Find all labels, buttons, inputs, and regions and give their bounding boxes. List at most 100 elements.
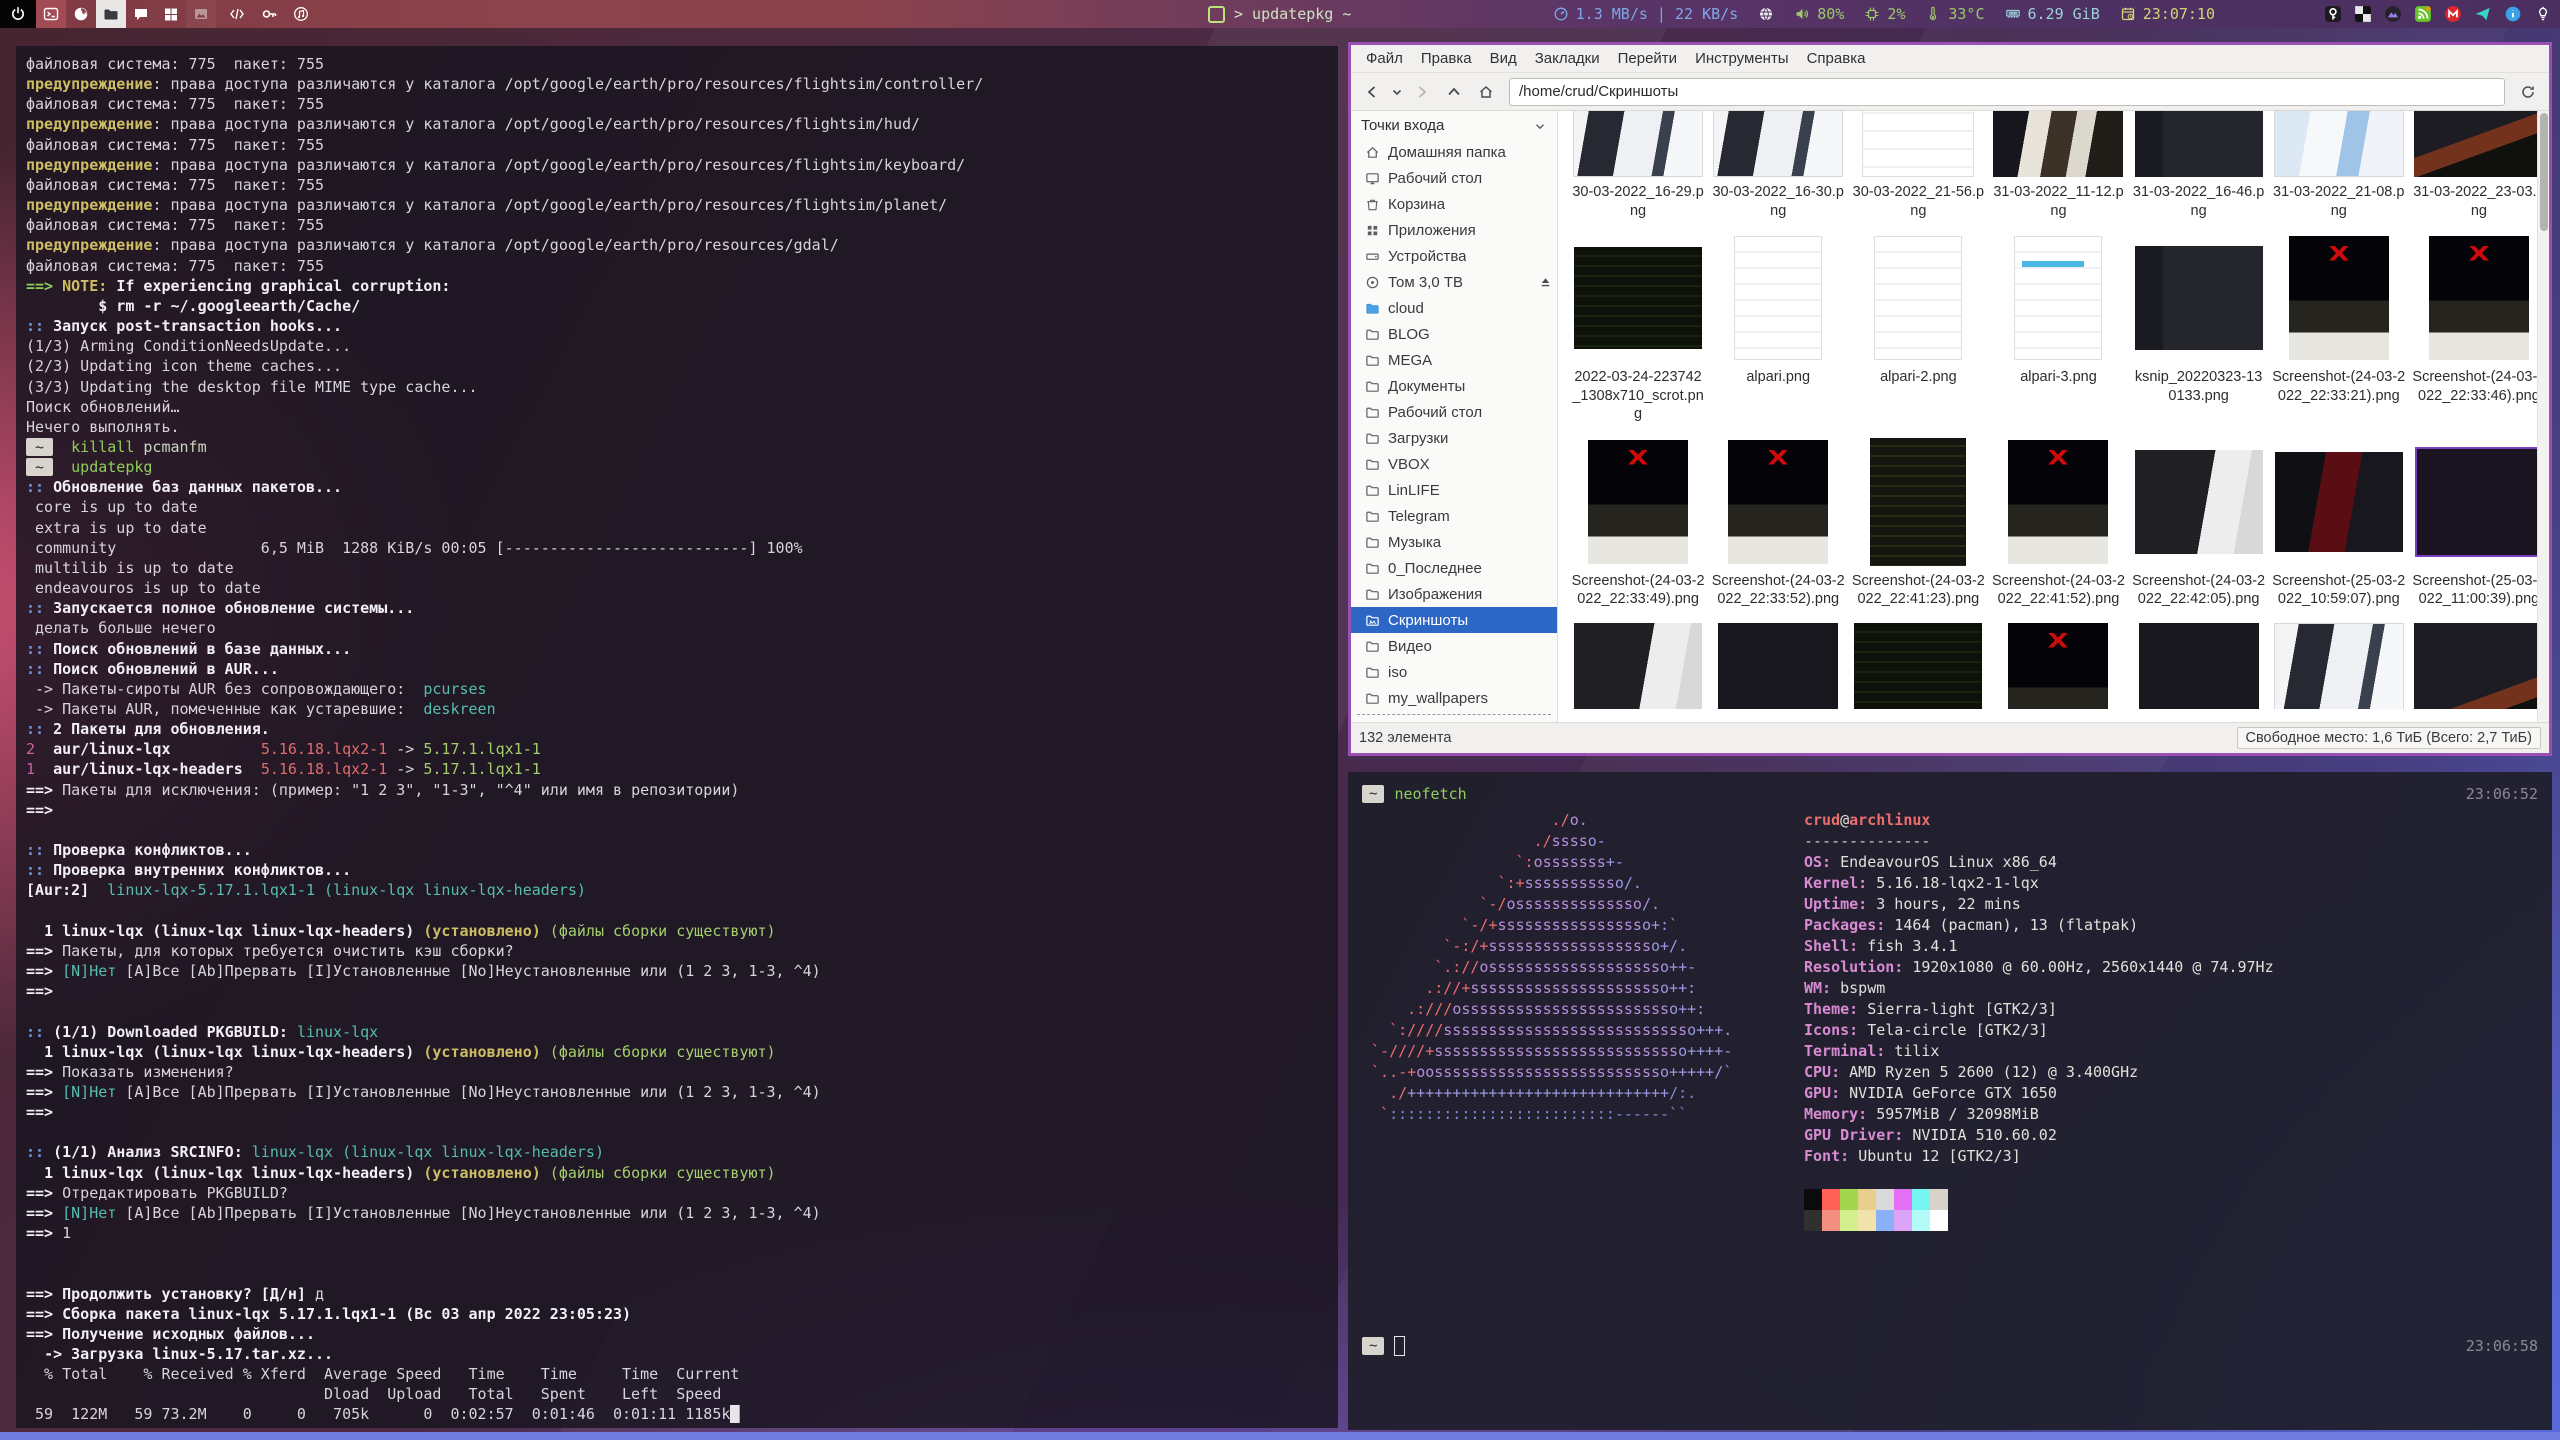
sidebar-item[interactable]: LinLIFE [1351,477,1557,503]
file-item[interactable]: 30-03-2022_16-30.png [1708,111,1848,220]
file-item[interactable] [1988,623,2128,709]
workspace-music[interactable] [290,0,312,28]
forward-button[interactable] [1407,78,1437,106]
tray-mountain[interactable] [2383,5,2402,24]
file-item[interactable]: 31-03-2022_23-03.png [2409,111,2549,220]
path-bar[interactable]: /home/crud/Скриншоты [1509,78,2505,106]
file-item[interactable]: 30-03-2022_16-29.png [1568,111,1708,220]
sidebar-item[interactable]: Домашняя папка [1351,139,1557,165]
sidebar-item[interactable]: Приложения [1351,217,1557,243]
file-thumbnail [2008,438,2108,566]
menu-item[interactable]: Перейти [1609,47,1686,70]
file-item[interactable]: Screenshot-(24-03-2022_22:33:49).png [1568,438,1708,609]
tray-rss[interactable] [2413,5,2432,24]
scrollbar-thumb[interactable] [2540,113,2548,231]
sidebar-mode-selector[interactable]: Точки входа [1351,111,1557,139]
sidebar-item[interactable]: Скриншоты [1351,607,1557,633]
workspace-chat[interactable] [126,0,156,28]
sidebar-item[interactable]: my_wallpapers [1351,685,1557,711]
workspace-windows[interactable] [156,0,186,28]
sidebar-scroll-hint [1357,714,1551,715]
file-thumbnail [1854,623,1982,709]
sidebar-item[interactable]: 0_Последнее [1351,555,1557,581]
menu-item[interactable]: Файл [1357,47,1412,70]
file-item[interactable]: Screenshot-(25-03-2022_10:59:07).png [2269,438,2409,609]
file-manager-window[interactable]: ФайлПравкаВидЗакладкиПерейтиИнструментыС… [1348,42,2552,756]
workspace-firefox[interactable] [66,0,96,28]
sidebar-item[interactable]: iso [1351,659,1557,685]
back-history-button[interactable] [1389,78,1405,106]
sidebar-item[interactable]: VBOX [1351,451,1557,477]
thumbnail-image [2135,450,2263,554]
file-item[interactable]: Screenshot-(24-03-2022_22:33:21).png [2269,234,2409,424]
file-item[interactable]: alpari.png [1708,234,1848,424]
tray-info[interactable] [2503,5,2522,24]
file-item[interactable]: Screenshot-(24-03-2022_22:41:52).png [1988,438,2128,609]
workspace-code[interactable] [226,0,248,28]
file-item[interactable]: 31-03-2022_11-12.png [1988,111,2128,220]
terminal-output-line: ==> NOTE: If experiencing graphical corr… [26,276,1338,296]
workspace-image[interactable] [186,0,216,28]
up-button[interactable] [1439,78,1469,106]
workspace-power[interactable] [0,0,36,28]
terminal-window-updatepkg[interactable]: файловая система: 775 пакет: 755предупре… [16,46,1338,1428]
scrollbar[interactable] [2537,111,2549,722]
terminal-window-neofetch[interactable]: ~ neofetch 23:06:52 ./o. ./sssso- `:osss… [1348,772,2552,1430]
file-item[interactable] [1568,623,1708,709]
file-item[interactable]: ksnip_20220323-130133.png [2129,234,2269,424]
file-item[interactable] [2129,623,2269,709]
file-item[interactable]: 30-03-2022_21-56.png [1848,111,1988,220]
workspace-list [0,0,312,28]
file-item[interactable]: Screenshot-(24-03-2022_22:33:46).png [2409,234,2549,424]
file-item[interactable]: Screenshot-(24-03-2022_22:41:23).png [1848,438,1988,609]
back-button[interactable] [1357,78,1387,106]
file-item[interactable]: 31-03-2022_16-46.png [2129,111,2269,220]
menu-item[interactable]: Закладки [1526,47,1609,70]
file-item[interactable]: 2022-03-24-223742_1308x710_scrot.png [1568,234,1708,424]
tray-lamp[interactable] [2533,5,2552,24]
window-title-module: > updatepkg ~ [1208,0,1351,28]
tray-checker[interactable] [2353,5,2372,24]
tray-send[interactable] [2473,5,2492,24]
sidebar-item[interactable]: cloud [1351,295,1557,321]
sidebar-item[interactable]: Telegram [1351,503,1557,529]
tray-keepass[interactable] [2323,5,2342,24]
thumbnail-image [1713,111,1843,177]
thumbnail-image [2135,111,2263,177]
file-item[interactable]: Screenshot-(24-03-2022_22:33:52).png [1708,438,1848,609]
workspace-folder[interactable] [96,0,126,28]
home-button[interactable] [1471,78,1501,106]
sidebar-item[interactable]: Изображения [1351,581,1557,607]
file-thumbnail [1874,234,1962,362]
sidebar-item-label: MEGA [1388,352,1432,369]
sidebar-item[interactable]: Корзина [1351,191,1557,217]
file-item[interactable]: 31-03-2022_21-08.png [2269,111,2409,220]
sidebar-item[interactable]: Документы [1351,373,1557,399]
sidebar-item[interactable]: Загрузки [1351,425,1557,451]
file-item[interactable] [2269,623,2409,709]
tray-mega[interactable] [2443,5,2462,24]
file-item[interactable] [1708,623,1848,709]
sidebar-item[interactable]: Том 3,0 ТВ [1351,269,1557,295]
workspace-terminal[interactable] [36,0,66,28]
file-item[interactable]: Screenshot-(25-03-2022_11:00:39).png [2409,438,2549,609]
sidebar-item[interactable]: Музыка [1351,529,1557,555]
menu-item[interactable]: Правка [1412,47,1481,70]
sidebar-item[interactable]: Устройства [1351,243,1557,269]
menu-item[interactable]: Вид [1481,47,1526,70]
workspace-key[interactable] [258,0,280,28]
sidebar-item[interactable]: Рабочий стол [1351,165,1557,191]
sidebar-item[interactable]: Рабочий стол [1351,399,1557,425]
sidebar-item[interactable]: MEGA [1351,347,1557,373]
file-item[interactable]: Screenshot-(24-03-2022_22:42:05).png [2129,438,2269,609]
file-item[interactable]: alpari-3.png [1988,234,2128,424]
sidebar-item[interactable]: Видео [1351,633,1557,659]
file-item[interactable] [2409,623,2549,709]
reload-button[interactable] [2513,78,2543,106]
sidebar-item[interactable]: BLOG [1351,321,1557,347]
file-item[interactable] [1848,623,1988,709]
menu-item[interactable]: Справка [1798,47,1875,70]
terminal-output-line: ==> [26,800,1338,820]
file-item[interactable]: alpari-2.png [1848,234,1988,424]
menu-item[interactable]: Инструменты [1686,47,1798,70]
